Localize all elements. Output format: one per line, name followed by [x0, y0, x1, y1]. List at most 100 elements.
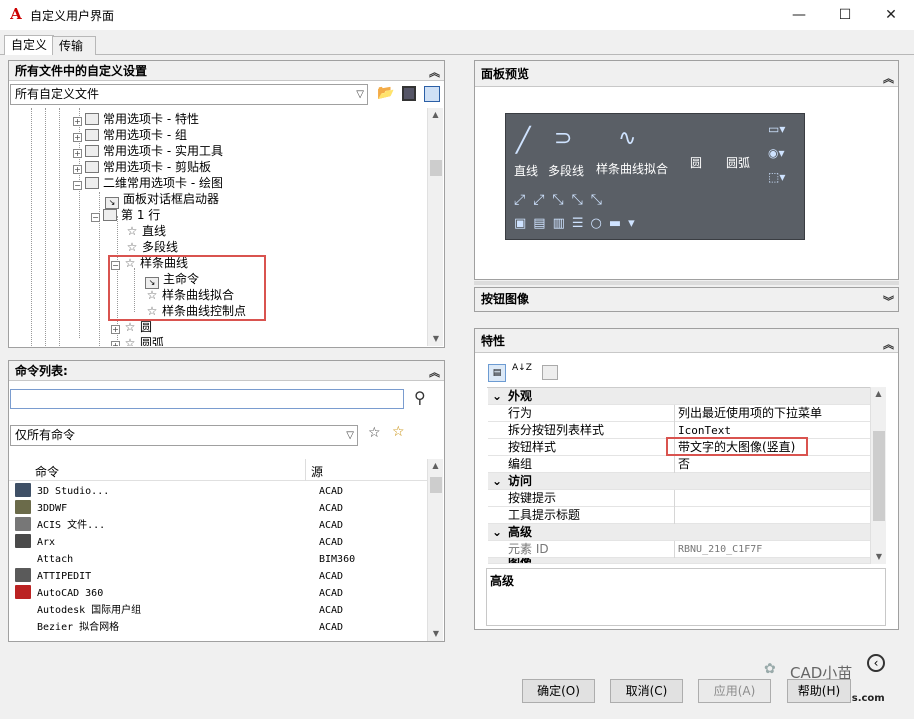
row-icon	[103, 209, 117, 221]
maximize-button[interactable]: ☐	[822, 0, 868, 30]
line-label: 直线	[514, 164, 539, 178]
star-icon: ☆	[124, 336, 136, 346]
close-button[interactable]: ✕	[868, 0, 914, 30]
save-icon[interactable]	[402, 86, 416, 101]
tree-item[interactable]: − 第 1 行	[91, 207, 160, 223]
table-row[interactable]: 3D Studio... ACAD	[15, 483, 427, 500]
scroll-thumb[interactable]	[430, 477, 442, 493]
command-source: ACAD	[319, 503, 344, 514]
tree-item-label: 直线	[142, 224, 167, 238]
table-row[interactable]: Autodesk 国际用户组 ACAD	[15, 602, 427, 619]
scroll-thumb[interactable]	[430, 160, 442, 176]
tree-item-label: 二维常用选项卡 - 绘图	[103, 176, 223, 190]
category-appearance[interactable]: ⌄ 外观	[488, 388, 870, 405]
tree-item[interactable]: + 常用选项卡 - 实用工具	[73, 143, 223, 159]
property-row[interactable]: 按键提示	[488, 490, 870, 507]
categorized-icon[interactable]: ▤	[488, 364, 506, 382]
category-advanced[interactable]: ⌄ 高级	[488, 524, 870, 541]
property-value[interactable]	[674, 507, 870, 524]
expand-chevron-icon[interactable]: ︾	[883, 290, 894, 313]
category-access[interactable]: ⌄ 访问	[488, 473, 870, 490]
property-grid-scrollbar[interactable]: ▲ ▼	[870, 387, 886, 564]
property-row[interactable]: 工具提示标题	[488, 507, 870, 524]
find-command-icon[interactable]: ☆	[368, 425, 381, 441]
star-icon: ☆	[124, 320, 136, 334]
tree-item[interactable]: + ☆ 圆	[111, 319, 152, 335]
highlight-box	[108, 255, 266, 321]
collapse-chevron-icon[interactable]: ︽	[429, 363, 440, 383]
table-row[interactable]: ATTIPEDIT ACAD	[15, 568, 427, 585]
customization-file-combo[interactable]: 所有自定义文件 ▽	[10, 84, 368, 105]
command-list-scrollbar[interactable]: ▲ ▼	[427, 459, 443, 641]
scroll-down-icon[interactable]: ▼	[428, 332, 444, 346]
help-button[interactable]: 帮助(H)	[787, 679, 851, 703]
alphabetical-sort-icon[interactable]: A↓Z	[512, 364, 532, 373]
blank-icon	[15, 602, 31, 616]
cancel-button[interactable]: 取消(C)	[610, 679, 683, 703]
autocad-logo-icon: A	[10, 5, 22, 23]
collapse-dialog-icon[interactable]: ‹	[867, 654, 885, 672]
property-description: 高级	[486, 568, 886, 626]
property-row[interactable]: 行为 列出最近使用项的下拉菜单	[488, 405, 870, 422]
button-image-header[interactable]: 按钮图像 ︾	[475, 288, 898, 311]
open-file-icon[interactable]: 📂	[377, 85, 395, 103]
autocad-360-icon	[15, 585, 31, 599]
hatch-icon: ◉▾	[768, 146, 785, 160]
scroll-down-icon[interactable]: ▼	[428, 627, 444, 641]
scroll-down-icon[interactable]: ▼	[871, 550, 887, 564]
collapse-chevron-icon[interactable]: ︽	[429, 63, 440, 83]
tree-item[interactable]: ↘ 面板对话框启动器	[105, 191, 219, 209]
scroll-up-icon[interactable]: ▲	[428, 459, 443, 473]
collapse-chevron-icon[interactable]: ︽	[883, 333, 894, 357]
polyline-label: 多段线	[548, 164, 585, 178]
panel-preview-header: 面板预览 ︽	[475, 61, 898, 87]
category-label: 访问	[508, 474, 533, 488]
column-source[interactable]: 源	[311, 463, 323, 480]
scroll-up-icon[interactable]: ▲	[871, 387, 886, 401]
save-as-icon[interactable]	[424, 86, 440, 102]
category-image[interactable]: 图像	[488, 558, 870, 564]
tree-item[interactable]: + ☆ 圆弧	[111, 335, 164, 346]
command-search-input[interactable]	[10, 389, 404, 409]
tree-item-label: 常用选项卡 - 实用工具	[103, 144, 223, 158]
table-row[interactable]: Arx ACAD	[15, 534, 427, 551]
tree-item[interactable]: ☆ 多段线	[125, 239, 178, 255]
description-title: 高级	[490, 574, 515, 588]
tree-item[interactable]: ☆ 直线	[125, 223, 166, 239]
category-label: 外观	[508, 389, 533, 403]
table-row[interactable]: Attach BIM360	[15, 551, 427, 568]
tree-scrollbar[interactable]: ▲ ▼	[427, 108, 443, 346]
property-value[interactable]: 列出最近使用项的下拉菜单	[674, 405, 870, 422]
tree-item[interactable]: + 常用选项卡 - 剪贴板	[73, 159, 211, 175]
tab-customize[interactable]: 自定义	[4, 35, 55, 55]
modify-tools-icons: ▣▤▥☰○▬▾	[514, 216, 642, 231]
scroll-thumb[interactable]	[873, 431, 885, 521]
property-row[interactable]: 编组 否	[488, 456, 870, 473]
ok-button[interactable]: 确定(O)	[522, 679, 595, 703]
tree-item-label: 圆弧	[140, 336, 165, 346]
table-row[interactable]: ACIS 文件... ACAD	[15, 517, 427, 534]
minimize-button[interactable]: —	[776, 0, 822, 30]
column-command[interactable]: 命令	[35, 463, 59, 480]
property-pages-icon[interactable]	[542, 365, 558, 380]
spline-fit-tool-icon: ∿	[618, 126, 637, 151]
search-icon[interactable]: ⚲	[414, 388, 426, 407]
tree-item[interactable]: − 二维常用选项卡 - 绘图	[73, 175, 223, 191]
property-value[interactable]	[674, 490, 870, 507]
command-filter-combo[interactable]: 仅所有命令 ▽	[10, 425, 358, 446]
tab-transfer[interactable]: 传输	[52, 36, 96, 55]
table-row[interactable]: Bezier 拟合网格 ACAD	[15, 619, 427, 636]
tree-item[interactable]: + 常用选项卡 - 特性	[73, 111, 199, 127]
category-label: 图像	[508, 558, 532, 563]
apply-button[interactable]: 应用(A)	[698, 679, 771, 703]
table-row[interactable]: 3DDWF ACAD	[15, 500, 427, 517]
splitter[interactable]	[474, 281, 899, 285]
scroll-up-icon[interactable]: ▲	[428, 108, 443, 122]
command-name: Autodesk 国际用户组	[37, 605, 142, 616]
property-value[interactable]: 否	[674, 456, 870, 473]
new-command-icon[interactable]: ☆	[392, 424, 405, 440]
collapse-chevron-icon[interactable]: ︽	[883, 66, 894, 92]
table-row[interactable]: AutoCAD 360 ACAD	[15, 585, 427, 602]
property-row[interactable]: 元素 ID RBNU_210_C1F7F	[488, 541, 870, 558]
tree-item[interactable]: + 常用选项卡 - 组	[73, 127, 187, 143]
